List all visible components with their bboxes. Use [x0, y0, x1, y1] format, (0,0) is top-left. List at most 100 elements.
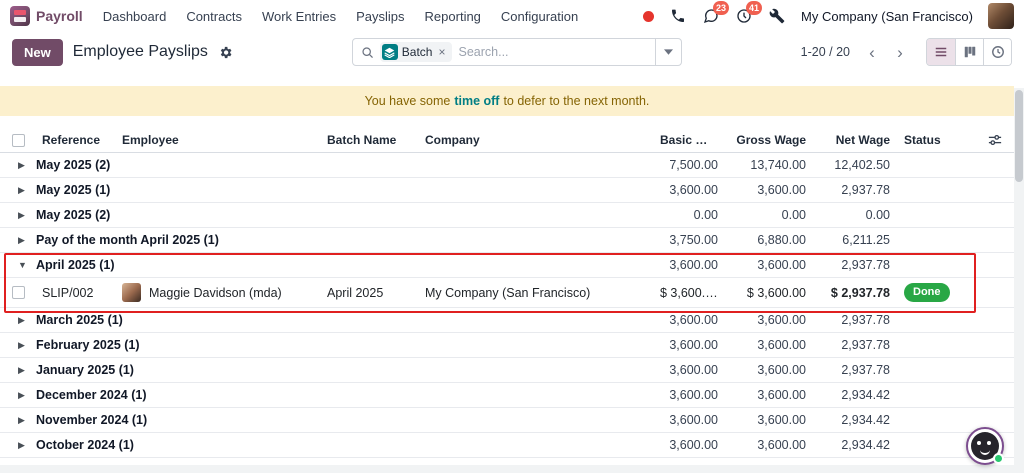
- column-header-reference[interactable]: Reference: [36, 133, 116, 147]
- search-facet-batch[interactable]: Batch ×: [380, 42, 453, 62]
- group-row-november-2024-9[interactable]: ▶November 2024 (1)3,600.003,600.002,934.…: [0, 408, 1014, 433]
- messages-icon[interactable]: 23: [702, 7, 720, 25]
- caret-down-icon[interactable]: ▼: [18, 260, 28, 270]
- group-net-wage: 12,402.50: [814, 158, 898, 172]
- column-header-net-wage[interactable]: Net Wage: [814, 133, 898, 147]
- activities-clock-icon[interactable]: 41: [735, 7, 753, 25]
- group-label-cell: ▶May 2025 (2): [0, 158, 654, 172]
- new-button[interactable]: New: [12, 39, 63, 66]
- column-header-batch-name[interactable]: Batch Name: [321, 133, 419, 147]
- group-row-december-2024-8[interactable]: ▶December 2024 (1)3,600.003,600.002,934.…: [0, 383, 1014, 408]
- caret-right-icon[interactable]: ▶: [18, 315, 28, 326]
- group-net-wage: 2,937.78: [814, 183, 898, 197]
- caret-right-icon[interactable]: ▶: [18, 185, 28, 196]
- view-switcher: [926, 38, 1012, 66]
- search-dropdown-toggle[interactable]: [655, 39, 681, 65]
- caret-right-icon[interactable]: ▶: [18, 365, 28, 376]
- caret-right-icon[interactable]: ▶: [18, 440, 28, 451]
- caret-right-icon[interactable]: ▶: [18, 390, 28, 401]
- payslip-row[interactable]: SLIP/002Maggie Davidson (mda)April 2025M…: [0, 278, 1014, 308]
- livechat-button[interactable]: [966, 427, 1004, 465]
- group-label-cell: ▶ May 2025 (1): [0, 183, 654, 197]
- nav-item-payslips[interactable]: Payslips: [356, 9, 404, 24]
- caret-right-icon[interactable]: ▶: [18, 160, 28, 171]
- column-header-gross-wage[interactable]: Gross Wage: [726, 133, 814, 147]
- group-label: October 2024 (1): [36, 438, 134, 452]
- tools-wrench-icon[interactable]: [768, 7, 786, 25]
- nav-item-reporting[interactable]: Reporting: [425, 9, 481, 24]
- caret-right-icon[interactable]: ▶: [18, 235, 28, 246]
- search-icon: [361, 46, 374, 59]
- group-row-may-2025-1[interactable]: ▶May 2025 (1)3,600.003,600.002,937.78: [0, 178, 1014, 203]
- pager-previous-button[interactable]: ‹: [860, 40, 884, 64]
- group-net-wage: 0.00: [814, 208, 898, 222]
- nav-item-dashboard[interactable]: Dashboard: [103, 9, 167, 24]
- time-off-warning-banner: You have some time off to defer to the n…: [0, 86, 1014, 116]
- user-avatar[interactable]: [988, 3, 1014, 29]
- group-label-cell: ▶February 2025 (1): [0, 338, 654, 352]
- layers-icon: [382, 44, 398, 60]
- top-nav-right: 23 41 My Company (San Francisco): [643, 3, 1014, 29]
- payslip-reference: SLIP/002: [36, 286, 116, 300]
- horizontal-scrollbar[interactable]: [0, 465, 1024, 473]
- online-status-dot: [993, 453, 1004, 464]
- facet-remove-icon[interactable]: ×: [436, 46, 447, 58]
- group-label: November 2024 (1): [36, 413, 147, 427]
- caret-right-icon[interactable]: ▶: [18, 210, 28, 221]
- group-row-february-2025-6[interactable]: ▶February 2025 (1)3,600.003,600.002,937.…: [0, 333, 1014, 358]
- basic-wage: $ 3,600.00: [654, 286, 726, 300]
- row-checkbox[interactable]: [12, 286, 25, 299]
- group-row-pay-of-the-month-april-2025-3[interactable]: ▶Pay of the month April 2025 (1)3,750.00…: [0, 228, 1014, 253]
- activity-view-button[interactable]: [983, 39, 1011, 65]
- company-menu[interactable]: My Company (San Francisco): [801, 9, 973, 24]
- header-checkbox-cell: [0, 134, 36, 147]
- group-row-october-2024-10[interactable]: ▶October 2024 (1)3,600.003,600.002,934.4…: [0, 433, 1014, 458]
- pager-value[interactable]: 1-20 / 20: [801, 45, 850, 59]
- top-nav-left: Payroll Dashboard Contracts Work Entries Pa…: [10, 6, 578, 26]
- kanban-view-button[interactable]: [955, 39, 983, 65]
- time-off-link[interactable]: time off: [454, 94, 499, 108]
- group-label: May 2025 (1): [36, 183, 110, 197]
- caret-right-icon[interactable]: ▶: [18, 340, 28, 351]
- banner-text-before: You have some: [365, 94, 451, 108]
- app-name[interactable]: Payroll: [36, 8, 83, 24]
- column-header-basic-wage[interactable]: Basic Wage: [654, 133, 726, 147]
- payslips-table: ReferenceEmployeeBatch NameCompanyBasic …: [0, 128, 1014, 458]
- vertical-scrollbar-thumb[interactable]: [1015, 90, 1023, 182]
- top-nav: Payroll Dashboard Contracts Work Entries Pa…: [0, 0, 1024, 32]
- group-row-march-2025-5[interactable]: ▶March 2025 (1)3,600.003,600.002,937.78: [0, 308, 1014, 333]
- nav-item-contracts[interactable]: Contracts: [186, 9, 242, 24]
- group-row-january-2025-7[interactable]: ▶January 2025 (1)3,600.003,600.002,937.7…: [0, 358, 1014, 383]
- group-row-may-2025-2[interactable]: ▶May 2025 (2)0.000.000.00: [0, 203, 1014, 228]
- search-input[interactable]: [458, 45, 654, 59]
- control-panel: New Employee Payslips Batch ×: [0, 32, 1024, 72]
- group-row-may-2025-0[interactable]: ▶May 2025 (2)7,500.0013,740.0012,402.50: [0, 153, 1014, 178]
- gear-icon[interactable]: [218, 45, 233, 60]
- group-gross-wage: 3,600.00: [726, 413, 814, 427]
- column-header-company[interactable]: Company: [419, 133, 654, 147]
- payroll-app-icon[interactable]: [10, 6, 30, 26]
- group-label: March 2025 (1): [36, 313, 123, 327]
- group-basic-wage: 3,600.00: [654, 438, 726, 452]
- column-settings-icon[interactable]: [988, 133, 1002, 147]
- group-net-wage: 2,934.42: [814, 388, 898, 402]
- caret-right-icon[interactable]: ▶: [18, 415, 28, 426]
- vertical-scrollbar[interactable]: [1014, 88, 1024, 465]
- column-header-employee[interactable]: Employee: [116, 133, 321, 147]
- group-basic-wage: 3,750.00: [654, 233, 726, 247]
- group-row-april-2025-4[interactable]: ▼April 2025 (1)3,600.003,600.002,937.78: [0, 253, 1014, 278]
- group-basic-wage: 7,500.00: [654, 158, 726, 172]
- phone-icon[interactable]: [669, 7, 687, 25]
- search-bar[interactable]: Batch ×: [352, 38, 682, 66]
- table-header-row: ReferenceEmployeeBatch NameCompanyBasic …: [0, 128, 1014, 153]
- pager-next-button[interactable]: ›: [888, 40, 912, 64]
- nav-item-configuration[interactable]: Configuration: [501, 9, 578, 24]
- activities-badge: 41: [746, 1, 762, 15]
- group-basic-wage: 3,600.00: [654, 338, 726, 352]
- nav-item-work-entries[interactable]: Work Entries: [262, 9, 336, 24]
- gross-wage: $ 3,600.00: [726, 286, 814, 300]
- column-header-status[interactable]: Status: [898, 133, 970, 147]
- group-gross-wage: 3,600.00: [726, 438, 814, 452]
- list-view-button[interactable]: [927, 39, 955, 65]
- select-all-checkbox[interactable]: [12, 134, 25, 147]
